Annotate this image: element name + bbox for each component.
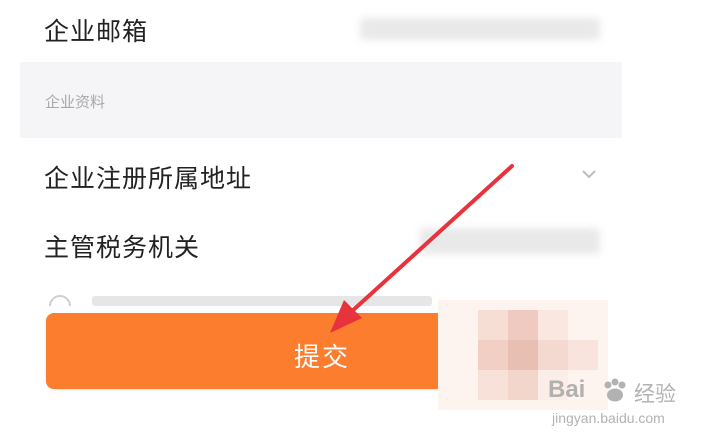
email-value-redacted[interactable] bbox=[360, 18, 600, 40]
email-label: 企业邮箱 bbox=[44, 17, 149, 46]
watermark-brand: Bai bbox=[548, 376, 586, 403]
agreement-row[interactable] bbox=[40, 284, 440, 306]
paw-icon bbox=[604, 378, 626, 402]
address-label: 企业注册所属地址 bbox=[44, 164, 253, 193]
watermark-url: jingyan.baidu.com bbox=[552, 410, 665, 426]
radio-icon[interactable] bbox=[40, 284, 440, 306]
watermark: Bai 经验 jingyan.baidu.com bbox=[548, 376, 708, 432]
tax-value-redacted[interactable] bbox=[420, 228, 600, 254]
section-title: 企业资料 bbox=[45, 93, 106, 111]
watermark-brand-cn: 经验 bbox=[634, 382, 676, 406]
section-header: 企业资料 bbox=[20, 62, 622, 138]
tax-label: 主管税务机关 bbox=[44, 233, 201, 262]
chevron-down-icon[interactable] bbox=[578, 163, 600, 185]
